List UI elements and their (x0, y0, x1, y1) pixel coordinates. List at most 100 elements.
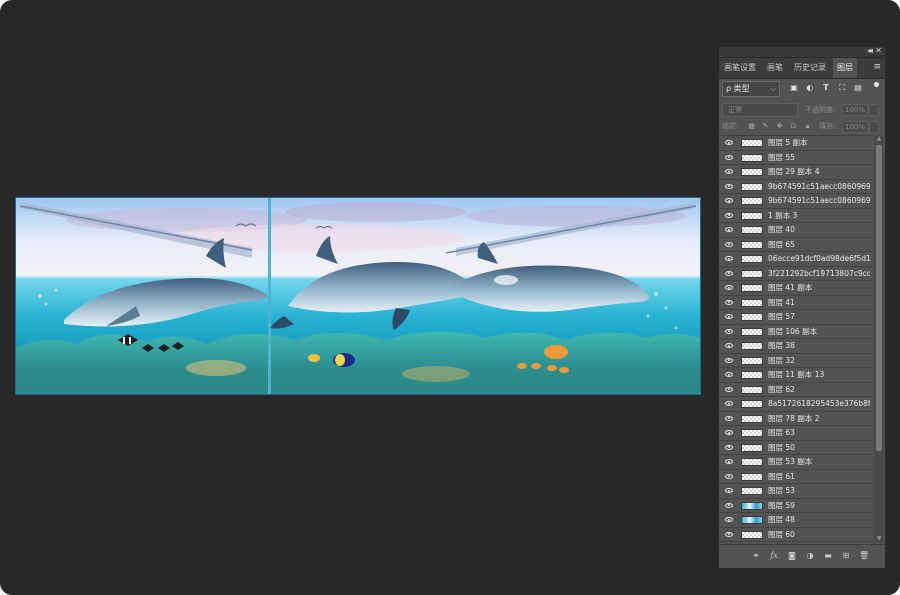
fill-slider-toggle[interactable] (869, 121, 879, 133)
visibility-eye-icon[interactable] (725, 444, 733, 450)
layer-list-scrollbar[interactable]: ▲ ▼ (874, 135, 884, 543)
layer-row[interactable]: 06ecce91dcf0ad98de6f5d1... (719, 252, 873, 267)
visibility-eye-icon[interactable] (725, 140, 733, 145)
visibility-eye-icon[interactable] (725, 270, 733, 276)
layer-row[interactable]: 9b674591c51aecc0860969... (719, 194, 873, 209)
panel-menu-icon[interactable]: ≡ (873, 58, 881, 78)
visibility-eye-icon[interactable] (725, 328, 733, 334)
layer-row[interactable]: 图层 38 (719, 339, 873, 354)
layer-row[interactable]: 1 副本 3 (719, 208, 873, 223)
layer-row[interactable]: 图层 41 (719, 295, 873, 310)
add-mask-icon[interactable]: ◙ (787, 551, 797, 561)
visibility-eye-icon[interactable] (725, 154, 733, 160)
visibility-eye-icon[interactable] (725, 386, 733, 392)
visibility-eye-icon[interactable] (725, 169, 733, 174)
layer-name: 图层 55 (768, 152, 795, 162)
new-group-icon[interactable]: ▬ (823, 551, 833, 561)
visibility-eye-icon[interactable] (725, 357, 733, 363)
layer-row[interactable]: 图层 50 (719, 440, 873, 455)
visibility-eye-icon[interactable] (725, 502, 733, 508)
layer-row[interactable]: 图层 53 副本 (719, 455, 873, 470)
lock-all-icon[interactable]: 🔒︎ (803, 122, 812, 131)
layer-row[interactable]: 图层 55 (719, 150, 873, 165)
visibility-eye-icon[interactable] (725, 531, 733, 537)
lock-artboard-icon[interactable]: ⊡ (789, 122, 798, 131)
collapse-panels-icon[interactable]: ◂◂ (867, 46, 873, 56)
filter-toggle-icon[interactable] (874, 82, 879, 87)
blend-mode-select[interactable]: 正常 (722, 103, 798, 117)
visibility-eye-icon[interactable] (725, 415, 733, 421)
visibility-eye-icon[interactable] (725, 212, 733, 218)
layer-row[interactable]: 9b674591c51aecc0860969... (719, 179, 873, 194)
layer-row[interactable]: 图层 78 副本 2 (719, 411, 873, 426)
layer-row[interactable]: 图层 106 副本 (719, 324, 873, 339)
visibility-eye-icon[interactable] (725, 227, 733, 232)
layer-row[interactable]: 图层 41 副本 (719, 281, 873, 296)
layer-row[interactable]: 图层 11 副本 13 (719, 368, 873, 383)
layer-row[interactable]: 图层 29 副本 4 (719, 165, 873, 180)
layer-row[interactable]: 3f221292bcf19713807c9cd... (719, 266, 873, 281)
link-layers-icon[interactable]: ⚭ (751, 551, 761, 561)
visibility-eye-icon[interactable] (725, 285, 733, 290)
visibility-eye-icon[interactable] (725, 198, 733, 203)
lock-position-icon[interactable]: ✥ (775, 122, 784, 131)
fill-input[interactable]: 100% (842, 121, 868, 133)
tab-brush-settings[interactable]: 画笔设置 (721, 58, 759, 78)
layer-row[interactable]: 图层 60 (719, 527, 873, 542)
new-layer-icon[interactable]: ⊞ (841, 551, 851, 561)
delete-layer-icon[interactable]: 🗑︎ (859, 551, 869, 561)
layer-name: 1 副本 3 (768, 210, 798, 220)
layer-row[interactable]: 图层 53 (719, 484, 873, 499)
layer-row[interactable]: 图层 32 (719, 353, 873, 368)
layer-row[interactable]: 图层 62 (719, 382, 873, 397)
layer-filter-select[interactable]: ρ 类型 ⌵ (722, 81, 780, 97)
tab-layers[interactable]: 图层 (833, 58, 857, 78)
visibility-eye-icon[interactable] (725, 488, 733, 493)
visibility-eye-icon[interactable] (725, 183, 733, 189)
visibility-eye-icon[interactable] (725, 517, 733, 522)
filter-shape-icon[interactable]: ⛶ (837, 83, 847, 93)
adjustment-layer-icon[interactable]: ◑ (805, 551, 815, 561)
layer-name: 图层 63 (768, 428, 795, 437)
visibility-eye-icon[interactable] (725, 401, 733, 406)
layer-row[interactable]: 图层 59 (719, 498, 873, 513)
layer-row[interactable]: 图层 57 (719, 310, 873, 325)
layer-name: 图层 60 (768, 529, 795, 539)
layer-row[interactable]: 图层 5 副本 (719, 136, 873, 151)
tab-brushes[interactable]: 画笔 (763, 58, 787, 78)
opacity-input[interactable]: 100% (842, 104, 868, 116)
layer-row[interactable]: 8a5172618295453e376b8f... (719, 397, 873, 412)
canvas-artwork[interactable] (16, 198, 700, 394)
scrollbar-thumb[interactable] (876, 145, 882, 451)
visibility-eye-icon[interactable] (725, 372, 733, 377)
layer-name: 3f221292bcf19713807c9cd... (768, 268, 870, 278)
layer-name: 图层 41 (768, 297, 795, 307)
filter-adjustment-icon[interactable]: ◐ (805, 83, 815, 93)
scroll-down-icon[interactable]: ▼ (876, 536, 882, 542)
layer-row[interactable]: 图层 63 (719, 426, 873, 441)
layer-thumbnail (741, 153, 763, 162)
layer-row[interactable]: 图层 61 (719, 469, 873, 484)
layer-style-icon[interactable]: fx (769, 551, 779, 561)
visibility-eye-icon[interactable] (725, 256, 733, 261)
tab-history[interactable]: 历史记录 (791, 58, 829, 78)
visibility-eye-icon[interactable] (725, 473, 733, 479)
layer-row[interactable]: 图层 65 (719, 237, 873, 252)
visibility-eye-icon[interactable] (725, 343, 733, 348)
lock-transparent-icon[interactable]: ▦ (747, 122, 756, 131)
opacity-slider-toggle[interactable] (869, 104, 879, 116)
panel-close-icon[interactable]: ✕ (875, 46, 882, 56)
layer-row[interactable]: 图层 40 (719, 223, 873, 238)
lock-paint-icon[interactable]: ✎ (761, 122, 770, 131)
scroll-up-icon[interactable]: ▲ (876, 136, 882, 142)
filter-type-icon[interactable]: T (821, 83, 831, 93)
layer-row[interactable]: 图层 48 (719, 513, 873, 528)
visibility-eye-icon[interactable] (725, 430, 733, 435)
opacity-label: 不透明度: (805, 106, 836, 114)
visibility-eye-icon[interactable] (725, 459, 733, 464)
visibility-eye-icon[interactable] (725, 314, 733, 319)
filter-smart-object-icon[interactable]: ▤ (853, 83, 863, 93)
filter-pixel-icon[interactable]: ▣ (789, 83, 799, 93)
visibility-eye-icon[interactable] (725, 241, 733, 247)
visibility-eye-icon[interactable] (725, 299, 733, 305)
